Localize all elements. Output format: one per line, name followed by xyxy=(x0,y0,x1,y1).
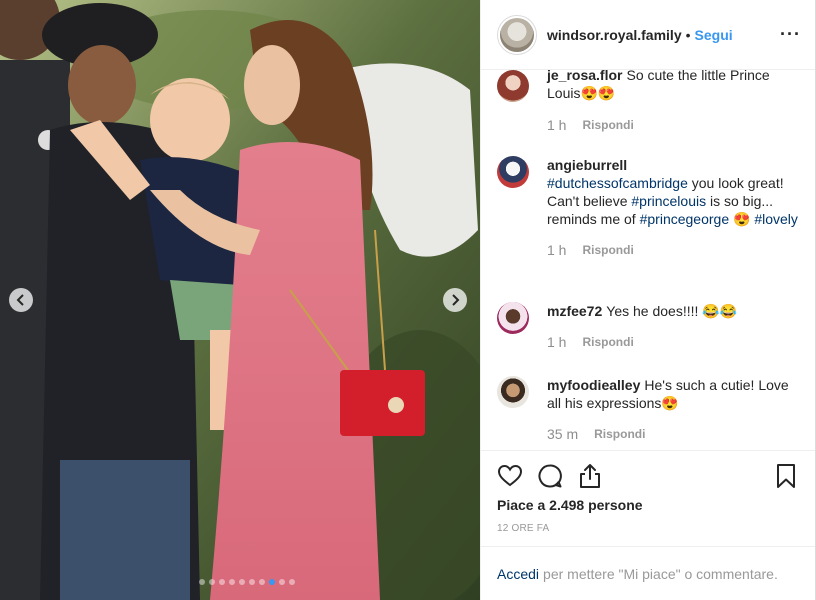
next-slide-button[interactable] xyxy=(443,288,467,312)
likes-count[interactable]: Piace a 2.498 persone xyxy=(497,497,799,513)
carousel-indicator xyxy=(0,579,480,585)
comments-list[interactable]: je_rosa.flor So cute the little Prince Lo… xyxy=(481,70,815,450)
login-link[interactable]: Accedi xyxy=(497,566,539,582)
post-side-panel: windsor.royal.family • Segui ··· je_rosa… xyxy=(480,0,816,600)
carousel-dot xyxy=(258,579,265,585)
previous-slide-button[interactable] xyxy=(9,288,33,312)
avatar[interactable] xyxy=(497,14,537,55)
comment-username[interactable]: mzfee72 xyxy=(547,303,602,319)
comment-time[interactable]: 1 h xyxy=(547,333,566,351)
comment-item: myfoodiealley He's such a cutie! Love all… xyxy=(497,376,799,443)
carousel-dot xyxy=(238,579,245,585)
comment-icon[interactable] xyxy=(537,463,563,489)
comment-username[interactable]: je_rosa.flor xyxy=(547,70,622,83)
carousel-dot xyxy=(208,579,215,585)
chevron-left-icon xyxy=(16,294,24,306)
instagram-post: windsor.royal.family • Segui ··· je_rosa… xyxy=(0,0,816,600)
more-options-icon[interactable]: ··· xyxy=(780,24,801,45)
hashtag-link[interactable]: #princelouis xyxy=(631,193,706,209)
comment-text: 😍 xyxy=(729,211,755,227)
carousel-dot xyxy=(228,579,235,585)
follow-button[interactable]: Segui xyxy=(695,27,733,43)
comment-avatar[interactable] xyxy=(497,302,529,334)
bookmark-icon[interactable] xyxy=(773,463,799,489)
reply-button[interactable]: Rispondi xyxy=(582,333,633,351)
comment-avatar[interactable] xyxy=(497,156,529,188)
reply-button[interactable]: Rispondi xyxy=(582,116,633,134)
comment-item: angieburrell #dutchessofcambridge you lo… xyxy=(497,156,799,259)
comment-text: Yes he does!!!! 😂😂 xyxy=(606,303,738,319)
header-username[interactable]: windsor.royal.family xyxy=(547,27,682,43)
share-icon[interactable] xyxy=(577,463,603,489)
login-prompt: Accedi per mettere "Mi piace" o commenta… xyxy=(481,546,815,600)
post-actions: Piace a 2.498 persone 12 ORE FA xyxy=(481,450,815,534)
photo-image xyxy=(0,0,480,600)
post-header: windsor.royal.family • Segui xyxy=(481,0,815,70)
hashtag-link[interactable]: #princegeorge xyxy=(640,211,730,227)
comment-time[interactable]: 1 h xyxy=(547,241,566,259)
header-separator: • xyxy=(685,26,691,43)
carousel-dot xyxy=(268,579,275,585)
carousel-dot xyxy=(278,579,285,585)
post-date: 12 ORE FA xyxy=(497,523,550,534)
carousel-dot xyxy=(218,579,225,585)
hashtag-link[interactable]: #lovely xyxy=(754,211,798,227)
carousel-dot xyxy=(248,579,255,585)
comment-avatar[interactable] xyxy=(497,70,529,102)
heart-icon[interactable] xyxy=(497,463,523,489)
reply-button[interactable]: Rispondi xyxy=(594,425,645,443)
comment-time[interactable]: 35 m xyxy=(547,425,578,443)
reply-button[interactable]: Rispondi xyxy=(582,241,633,259)
login-prompt-text: per mettere "Mi piace" o commentare. xyxy=(543,565,778,582)
post-photo[interactable] xyxy=(0,0,480,600)
hashtag-link[interactable]: #dutchessofcambridge xyxy=(547,175,688,191)
comment-username[interactable]: angieburrell xyxy=(547,157,627,173)
carousel-dot xyxy=(288,579,295,585)
comment-avatar[interactable] xyxy=(497,376,529,408)
comment-item: je_rosa.flor So cute the little Prince Lo… xyxy=(497,70,799,134)
comment-item: mzfee72 Yes he does!!!! 😂😂 1 h Rispondi xyxy=(497,302,799,351)
chevron-right-icon xyxy=(452,294,460,306)
comment-time[interactable]: 1 h xyxy=(547,116,566,134)
carousel-dot xyxy=(198,579,205,585)
comment-username[interactable]: myfoodiealley xyxy=(547,377,640,393)
